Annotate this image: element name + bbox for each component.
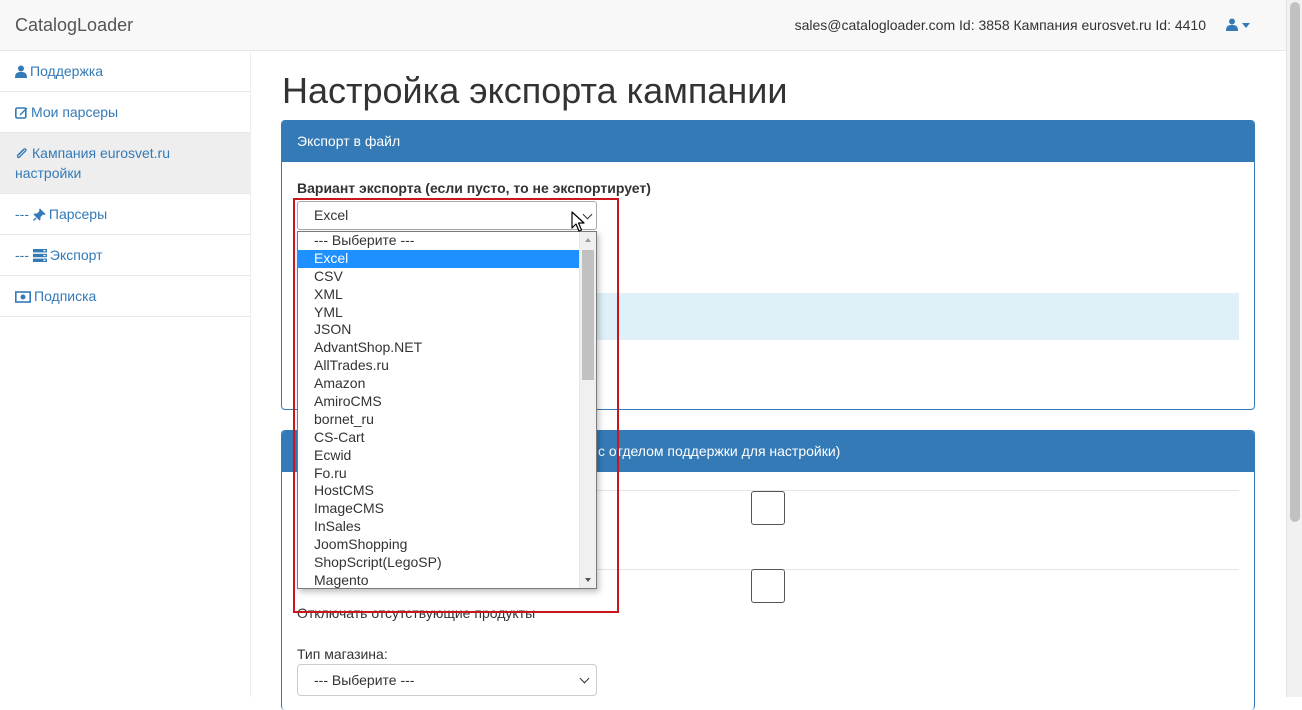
dropdown-option[interactable]: YML (298, 304, 580, 322)
dropdown-option[interactable]: XML (298, 286, 580, 304)
dropdown-option[interactable]: JoomShopping (298, 536, 580, 554)
dropdown-option[interactable]: InSales (298, 518, 580, 536)
user-icon (15, 65, 27, 78)
shop-type-value: --- Выберите --- (314, 672, 415, 688)
sidebar-item-parsers[interactable]: --- Парсеры (0, 194, 250, 235)
page-title: Настройка экспорта кампании (282, 70, 788, 111)
sidebar-item-label: Мои парсеры (31, 104, 119, 120)
money-icon (15, 291, 31, 303)
dropdown-option[interactable]: bornet_ru (298, 411, 580, 429)
paperclip-icon (16, 148, 27, 159)
sidebar-item-export[interactable]: --- Экспорт (0, 235, 250, 276)
panel-heading-text: с отделом поддержки для настройки) (598, 443, 841, 459)
dropdown-option[interactable]: --- Выберите --- (298, 232, 580, 250)
sidebar-item-prefix: --- (15, 206, 29, 222)
sidebar-item-campaign-settings[interactable]: Кампания eurosvet.ru настройки (0, 133, 250, 194)
chevron-down-icon (579, 673, 590, 684)
account-campaign-info: sales@catalogloader.com Id: 3858 Кампани… (794, 17, 1206, 33)
dropdown-option[interactable]: Ecwid (298, 447, 580, 465)
dropdown-option[interactable]: Magento (298, 572, 580, 588)
server-icon (32, 249, 47, 262)
dropdown-scrollbar-thumb[interactable] (582, 250, 594, 380)
dropdown-option[interactable]: AmiroCMS (298, 393, 580, 411)
sidebar-item-label: Парсеры (48, 206, 108, 222)
disable-missing-products-label: Отключать отсутствующие продукты (297, 605, 536, 621)
option-checkbox-1[interactable] (751, 491, 785, 525)
dropdown-option[interactable]: ShopScript(LegoSP) (298, 554, 580, 572)
scroll-down-arrow-icon[interactable] (585, 578, 591, 582)
dropdown-option[interactable]: HostCMS (298, 482, 580, 500)
sidebar: Поддержка Мои парсеры Кампания eurosvet.… (0, 51, 251, 697)
export-variant-dropdown-list[interactable]: --- Выберите --- Excel CSV XML YML JSON Advant… (297, 231, 597, 589)
export-variant-label: Вариант экспорта (если пусто, то не эксп… (297, 180, 651, 196)
sidebar-item-label: Поддержка (30, 63, 104, 79)
scroll-up-arrow-icon[interactable] (585, 238, 591, 242)
dropdown-option[interactable]: CSV (298, 268, 580, 286)
sidebar-item-my-parsers[interactable]: Мои парсеры (0, 92, 250, 133)
shop-type-select[interactable]: --- Выберите --- (297, 664, 597, 696)
mouse-cursor-icon (571, 211, 585, 232)
sidebar-item-prefix: --- (15, 247, 29, 263)
user-icon (1226, 18, 1238, 31)
dropdown-scrollbar[interactable] (579, 232, 596, 588)
dropdown-option[interactable]: Excel (298, 249, 580, 268)
panel-heading: Экспорт в файл (282, 121, 1254, 162)
disable-missing-products-checkbox[interactable] (751, 569, 785, 603)
dropdown-option[interactable]: CS-Cart (298, 429, 580, 447)
dropdown-option[interactable]: JSON (298, 321, 580, 339)
pushpin-icon (32, 208, 46, 221)
dropdown-option[interactable]: Amazon (298, 375, 580, 393)
sidebar-item-subscription[interactable]: Подписка (0, 276, 250, 317)
top-navbar: CatalogLoader sales@catalogloader.com Id… (0, 0, 1286, 51)
sidebar-item-support[interactable]: Поддержка (0, 51, 250, 92)
dropdown-option[interactable]: ImageCMS (298, 500, 580, 518)
dropdown-options: --- Выберите --- Excel CSV XML YML JSON Advant… (298, 232, 580, 588)
chevron-down-icon (1242, 23, 1250, 28)
sidebar-item-label: Кампания eurosvet.ru настройки (15, 145, 170, 181)
sidebar-item-label: Подписка (34, 288, 97, 304)
page-scrollbar-thumb[interactable] (1290, 2, 1300, 522)
brand-logo[interactable]: CatalogLoader (15, 15, 133, 36)
dropdown-option[interactable]: AllTrades.ru (298, 357, 580, 375)
export-variant-select[interactable]: Excel (297, 201, 597, 230)
dropdown-option[interactable]: AdvantShop.NET (298, 339, 580, 357)
edit-icon (15, 107, 28, 119)
dropdown-option[interactable]: Fo.ru (298, 465, 580, 483)
export-variant-value: Excel (314, 207, 349, 223)
user-menu-toggle[interactable] (1226, 15, 1256, 35)
sidebar-item-label: Экспорт (49, 247, 103, 263)
page-scrollbar[interactable] (1286, 0, 1302, 697)
shop-type-label: Тип магазина: (297, 646, 388, 662)
